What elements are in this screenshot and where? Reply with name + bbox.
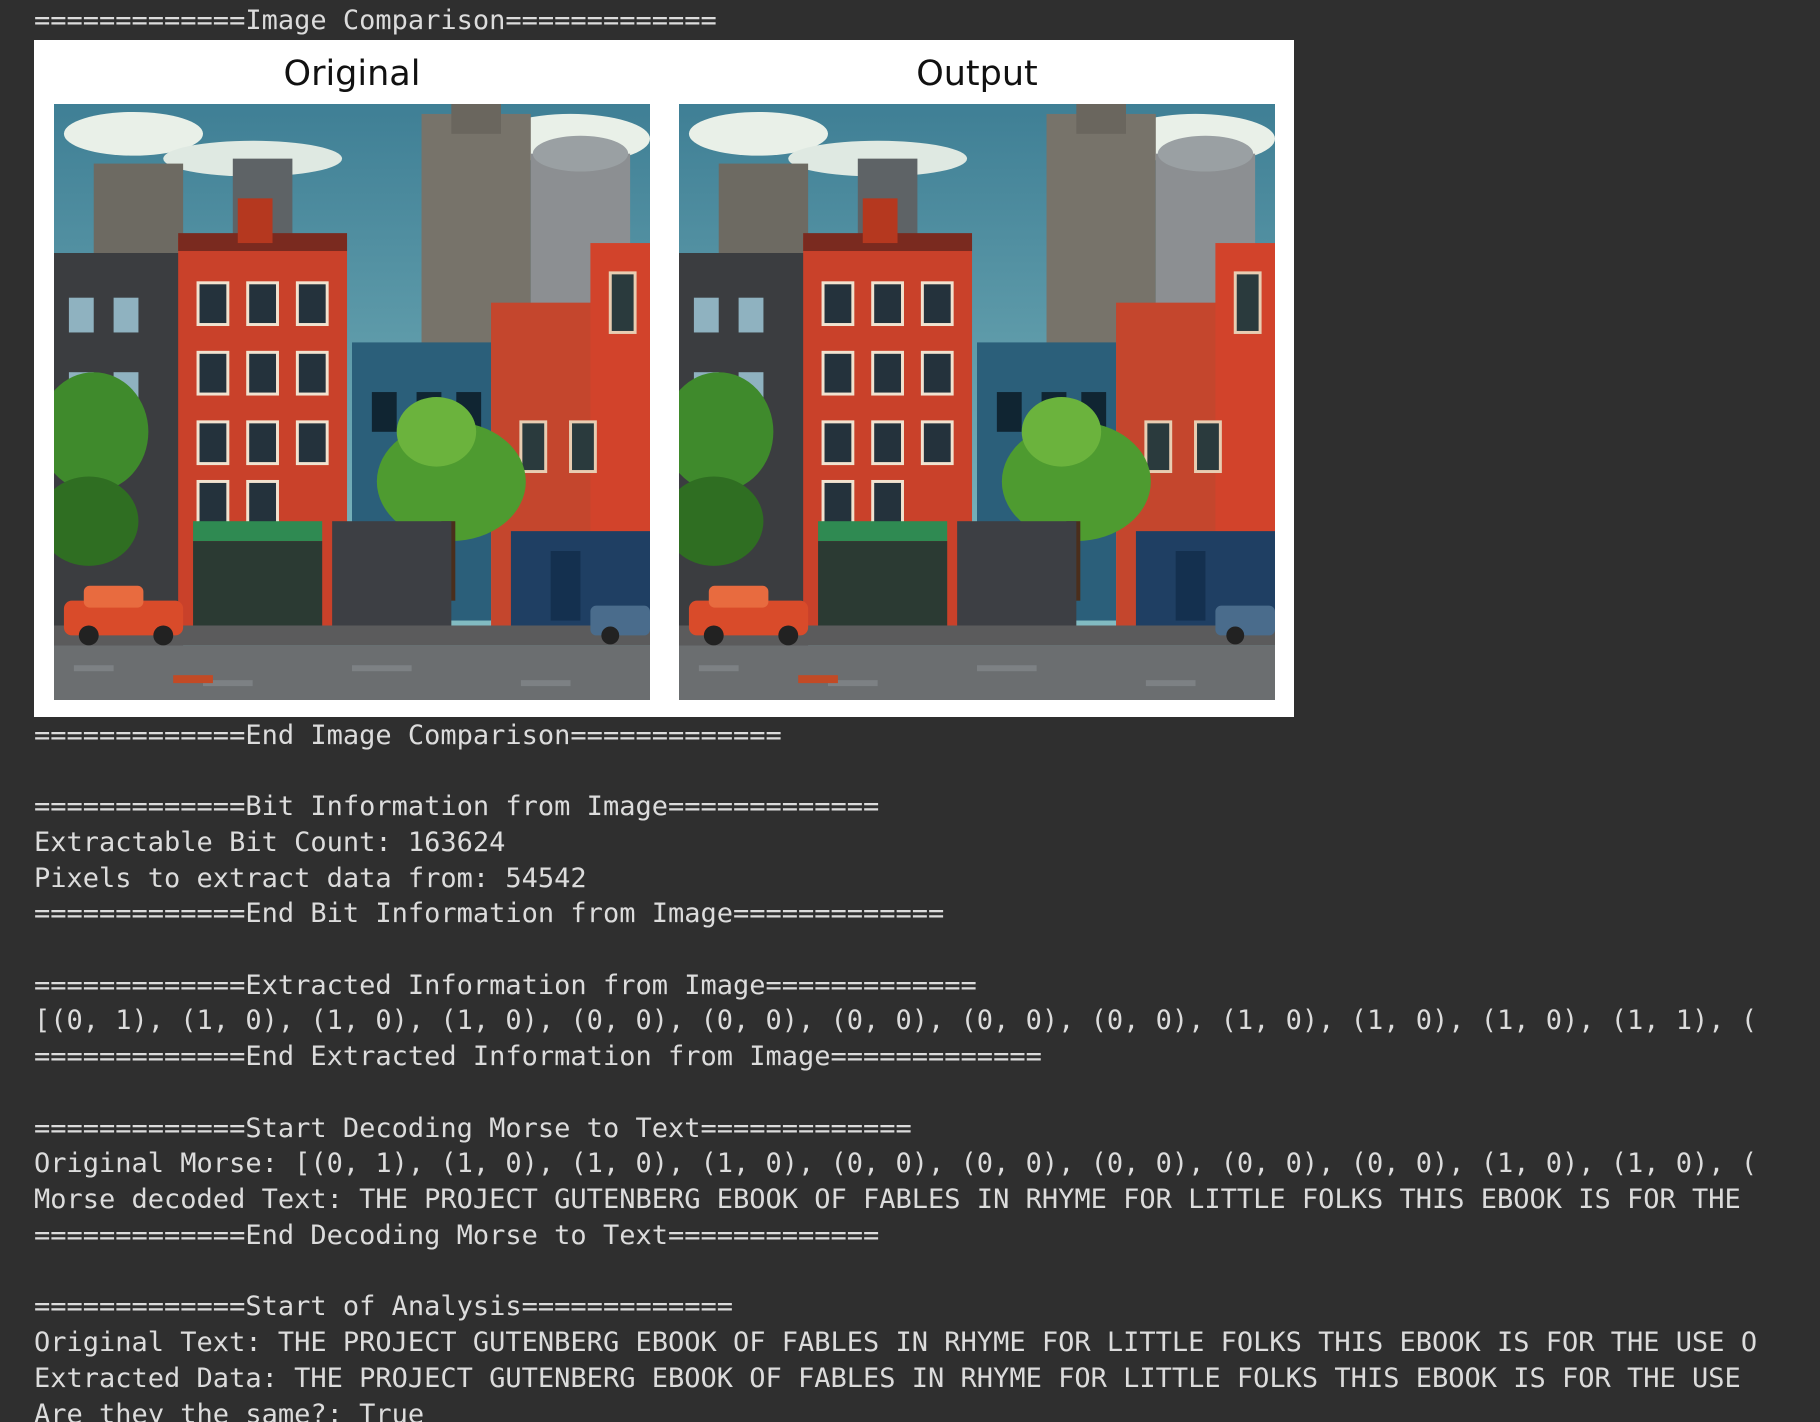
extracted-info-header: =============Extracted Information from …: [34, 970, 977, 1001]
decode-header: =============Start Decoding Morse to Tex…: [34, 1113, 912, 1144]
extracted-data: Extracted Data: THE PROJECT GUTENBERG EB…: [34, 1363, 1741, 1394]
extracted-info-footer: =============End Extracted Information f…: [34, 1041, 1042, 1072]
image-comparison-header: =============Image Comparison===========…: [34, 5, 717, 36]
extracted-values: [(0, 1), (1, 0), (1, 0), (1, 0), (0, 0),…: [34, 1005, 1758, 1036]
output-image: [679, 104, 1275, 700]
original-title: Original: [283, 54, 421, 94]
comparison-figure: Original Output: [34, 40, 1294, 717]
decoded-text: Morse decoded Text: THE PROJECT GUTENBER…: [34, 1184, 1741, 1215]
original-image: [54, 104, 650, 700]
bit-info-footer: =============End Bit Information from Im…: [34, 898, 945, 929]
bit-count: Extractable Bit Count: 163624: [34, 827, 506, 858]
original-text: Original Text: THE PROJECT GUTENBERG EBO…: [34, 1327, 1758, 1358]
decode-footer: =============End Decoding Morse to Text=…: [34, 1220, 880, 1251]
output-title: Output: [916, 54, 1038, 94]
analysis-header: =============Start of Analysis==========…: [34, 1291, 733, 1322]
bit-info-header: =============Bit Information from Image=…: [34, 791, 880, 822]
same-check: Are they the same?: True: [34, 1399, 425, 1422]
pixel-count: Pixels to extract data from: 54542: [34, 863, 587, 894]
original-morse: Original Morse: [(0, 1), (1, 0), (1, 0),…: [34, 1148, 1758, 1179]
image-comparison-footer: =============End Image Comparison=======…: [34, 720, 782, 751]
